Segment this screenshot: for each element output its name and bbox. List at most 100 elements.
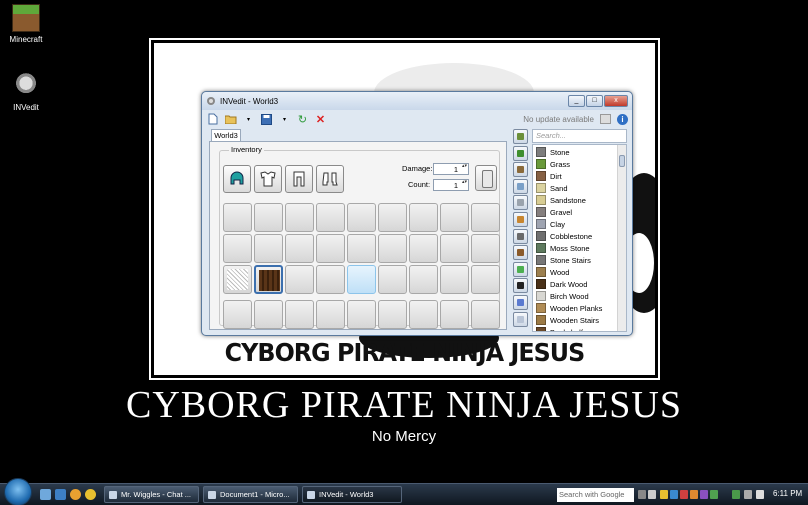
volume-icon[interactable] <box>756 490 764 499</box>
inventory-slot[interactable] <box>347 265 376 294</box>
tray-app-icon[interactable] <box>700 490 708 499</box>
list-item[interactable]: Dirt <box>533 170 616 182</box>
inventory-slot[interactable] <box>223 265 252 294</box>
category-sapling-button[interactable] <box>513 145 528 161</box>
open-dropdown[interactable]: ▾ <box>242 113 255 126</box>
list-item[interactable]: Clay <box>533 218 616 230</box>
inventory-slot[interactable] <box>254 265 283 294</box>
inventory-slot[interactable] <box>347 203 376 232</box>
inventory-slot[interactable] <box>409 234 438 263</box>
inventory-slot[interactable] <box>223 300 252 329</box>
inventory-slot[interactable] <box>347 234 376 263</box>
list-item[interactable]: Stone Stairs <box>533 254 616 266</box>
category-sword-button[interactable] <box>513 178 528 194</box>
list-item[interactable]: Wood <box>533 266 616 278</box>
maximize-button[interactable]: □ <box>586 95 603 107</box>
inventory-slot[interactable] <box>471 234 500 263</box>
save-button[interactable] <box>260 113 273 126</box>
inventory-slot[interactable] <box>440 265 469 294</box>
category-ore-button[interactable] <box>513 228 528 244</box>
reload-button[interactable]: ↻ <box>296 113 309 126</box>
category-slimeball-button[interactable] <box>513 261 528 277</box>
scrollbar-thumb[interactable] <box>619 155 625 167</box>
clock[interactable]: 6:11 PM <box>773 489 802 498</box>
category-misc-button[interactable] <box>513 311 528 327</box>
category-armor-button[interactable] <box>513 195 528 211</box>
firefox-icon[interactable] <box>70 489 81 500</box>
network-icon[interactable] <box>732 490 740 499</box>
inventory-slot[interactable] <box>254 300 283 329</box>
list-item[interactable]: Moss Stone <box>533 242 616 254</box>
inventory-slot[interactable] <box>409 265 438 294</box>
list-item[interactable]: Gravel <box>533 206 616 218</box>
count-stepper[interactable]: 1 <box>433 179 469 191</box>
minimize-button[interactable]: _ <box>568 95 585 107</box>
google-search-input[interactable]: Search with Google <box>557 488 634 502</box>
inventory-slot[interactable] <box>254 234 283 263</box>
trash-button[interactable] <box>475 165 497 191</box>
inventory-slot[interactable] <box>471 265 500 294</box>
desktop-icon-invedit[interactable]: INVedit <box>0 72 52 112</box>
inventory-slot[interactable] <box>378 203 407 232</box>
category-chest-button[interactable] <box>513 245 528 261</box>
inventory-slot[interactable] <box>409 203 438 232</box>
search-options-icon[interactable] <box>638 490 646 499</box>
save-dropdown[interactable]: ▾ <box>278 113 291 126</box>
tray-app-icon[interactable] <box>670 490 678 499</box>
list-item[interactable]: Wooden Stairs <box>533 314 616 326</box>
inventory-slot[interactable] <box>440 300 469 329</box>
info-icon[interactable]: i <box>617 113 628 125</box>
inventory-slot[interactable] <box>285 234 314 263</box>
helmet-slot[interactable] <box>223 165 251 193</box>
inventory-slot[interactable] <box>409 300 438 329</box>
category-potion-button[interactable] <box>513 295 528 310</box>
messenger-icon[interactable] <box>85 489 96 500</box>
tray-app-icon[interactable] <box>680 490 688 499</box>
inventory-slot[interactable] <box>285 300 314 329</box>
leggings-slot[interactable] <box>285 165 313 193</box>
inventory-slot[interactable] <box>378 300 407 329</box>
damage-stepper[interactable]: 1 <box>433 163 469 175</box>
list-item[interactable]: Stone <box>533 146 616 158</box>
inventory-slot[interactable] <box>316 265 345 294</box>
inventory-slot[interactable] <box>316 300 345 329</box>
inventory-slot[interactable] <box>285 265 314 294</box>
inventory-slot[interactable] <box>471 203 500 232</box>
inventory-slot[interactable] <box>347 300 376 329</box>
close-tab-button[interactable]: ✕ <box>314 113 327 126</box>
inventory-slot[interactable] <box>378 265 407 294</box>
list-item[interactable]: Sandstone <box>533 194 616 206</box>
inventory-slot[interactable] <box>440 203 469 232</box>
show-desktop-icon[interactable] <box>40 489 51 500</box>
title-bar[interactable]: INVedit - World3 _ □ x <box>202 92 632 110</box>
open-button[interactable] <box>224 113 237 126</box>
list-item[interactable]: Dark Wood <box>533 278 616 290</box>
task-word[interactable]: Document1 - Micro... <box>203 486 298 503</box>
category-music-disc-button[interactable] <box>513 278 528 294</box>
inventory-slot[interactable] <box>316 234 345 263</box>
desktop-icon-minecraft[interactable]: Minecraft <box>0 4 52 44</box>
tray-app-icon[interactable] <box>710 490 718 499</box>
new-file-button[interactable] <box>206 113 219 126</box>
item-search-input[interactable]: Search... <box>532 129 627 143</box>
list-item[interactable]: Cobblestone <box>533 230 616 242</box>
tray-app-icon[interactable] <box>690 490 698 499</box>
network-icon[interactable] <box>744 490 752 499</box>
inventory-slot[interactable] <box>471 300 500 329</box>
inventory-slot[interactable] <box>378 234 407 263</box>
inventory-slot[interactable] <box>316 203 345 232</box>
inventory-slot[interactable] <box>285 203 314 232</box>
chestplate-slot[interactable] <box>254 165 282 193</box>
boots-slot[interactable] <box>316 165 344 193</box>
update-button[interactable] <box>599 113 612 126</box>
tray-app-icon[interactable] <box>660 490 668 499</box>
task-invedit[interactable]: INVedit - World3 <box>302 486 402 503</box>
switch-windows-icon[interactable] <box>55 489 66 500</box>
inventory-slot[interactable] <box>223 203 252 232</box>
list-item[interactable]: Wooden Planks <box>533 302 616 314</box>
item-list-scrollbar[interactable] <box>617 145 626 331</box>
list-item[interactable]: Birch Wood <box>533 290 616 302</box>
tray-arrow-icon[interactable] <box>648 490 656 499</box>
list-item[interactable]: Bookshelf <box>533 326 616 331</box>
category-grass-block-button[interactable] <box>513 129 528 144</box>
